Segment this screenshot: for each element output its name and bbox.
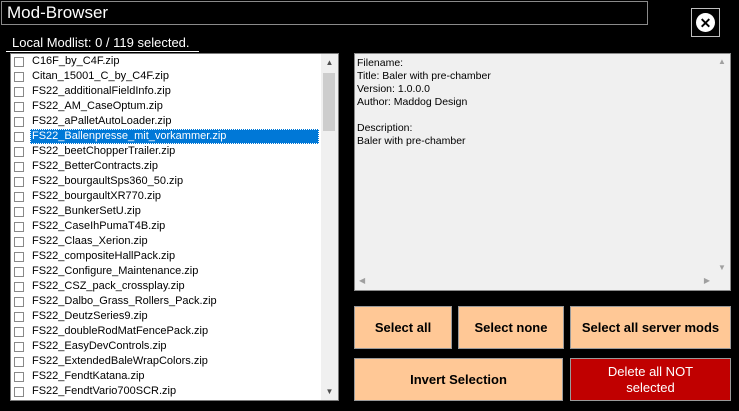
- mod-checkbox[interactable]: [14, 86, 24, 97]
- mod-list-item[interactable]: FS22_compositeHallPack.zip: [11, 249, 322, 264]
- mod-checkbox[interactable]: [14, 326, 24, 337]
- mod-list-item[interactable]: FS22_Dalbo_Grass_Rollers_Pack.zip: [11, 294, 322, 309]
- mod-filename: FS22_ExtendedBaleWrapColors.zip: [32, 355, 208, 367]
- mod-checkbox[interactable]: [14, 101, 24, 112]
- mod-filename: C16F_by_C4F.zip: [32, 55, 120, 67]
- label-underline: [6, 51, 199, 52]
- mod-list-item[interactable]: Citan_15001_C_by_C4F.zip: [11, 69, 322, 84]
- mod-list-item[interactable]: FS22_additionalFieldInfo.zip: [11, 84, 322, 99]
- mod-checkbox[interactable]: [14, 221, 24, 232]
- mod-list[interactable]: C16F_by_C4F.zip Citan_15001_C_by_C4F.zip F…: [10, 53, 339, 401]
- mod-list-item[interactable]: FS22_aPalletAutoLoader.zip: [11, 114, 322, 129]
- mod-checkbox[interactable]: [14, 281, 24, 292]
- mod-list-item[interactable]: FS22_Configure_Maintenance.zip: [11, 264, 322, 279]
- mod-filename: FS22_bourgaultXR770.zip: [32, 190, 162, 202]
- close-circle-icon: ✕: [696, 13, 715, 32]
- mod-checkbox[interactable]: [14, 131, 24, 142]
- mod-checkbox[interactable]: [14, 236, 24, 247]
- mod-filename: FS22_Claas_Xerion.zip: [32, 235, 148, 247]
- mod-list-item[interactable]: FS22_Ballenpresse_mit_vorkammer.zip: [11, 129, 322, 144]
- mod-checkbox[interactable]: [14, 116, 24, 127]
- mod-checkbox[interactable]: [14, 296, 24, 307]
- mod-checkbox[interactable]: [14, 341, 24, 352]
- mod-filename: FS22_AM_CaseOptum.zip: [32, 100, 163, 112]
- mod-list-items: C16F_by_C4F.zip Citan_15001_C_by_C4F.zip F…: [11, 54, 322, 399]
- info-horizontal-scrollbar[interactable]: ◀ ▶: [355, 273, 714, 290]
- invert-selection-button[interactable]: Invert Selection: [354, 358, 563, 401]
- mod-filename: FS22_Dalbo_Grass_Rollers_Pack.zip: [32, 295, 217, 307]
- mod-list-item[interactable]: FS22_BetterContracts.zip: [11, 159, 322, 174]
- mod-checkbox[interactable]: [14, 146, 24, 157]
- scroll-right-icon[interactable]: ▶: [704, 276, 710, 285]
- mod-list-item[interactable]: FS22_CSZ_pack_crossplay.zip: [11, 279, 322, 294]
- mod-list-item[interactable]: FS22_CaseIhPumaT4B.zip: [11, 219, 322, 234]
- mod-list-item[interactable]: FS22_FendtKatana.zip: [11, 369, 322, 384]
- delete-not-selected-button[interactable]: Delete all NOT selected: [570, 358, 731, 401]
- mod-list-item[interactable]: FS22_doubleRodMatFencePack.zip: [11, 324, 322, 339]
- mod-filename: FS22_additionalFieldInfo.zip: [32, 85, 171, 97]
- mod-checkbox[interactable]: [14, 176, 24, 187]
- mod-list-item[interactable]: FS22_AM_CaseOptum.zip: [11, 99, 322, 114]
- mod-checkbox[interactable]: [14, 161, 24, 172]
- scroll-left-icon[interactable]: ◀: [359, 276, 365, 285]
- scroll-up-icon[interactable]: ▲: [718, 57, 726, 66]
- mod-filename: FS22_FendtKatana.zip: [32, 370, 145, 382]
- mod-filename: Citan_15001_C_by_C4F.zip: [32, 70, 169, 82]
- mod-checkbox[interactable]: [14, 371, 24, 382]
- mod-list-item[interactable]: FS22_beetChopperTrailer.zip: [11, 144, 322, 159]
- mod-filename: FS22_BetterContracts.zip: [32, 160, 158, 172]
- mod-list-scrollbar[interactable]: ▲ ▼: [321, 54, 338, 400]
- mod-list-item[interactable]: FS22_bourgaultXR770.zip: [11, 189, 322, 204]
- mod-checkbox[interactable]: [14, 191, 24, 202]
- mod-list-item[interactable]: FS22_FendtVario700SCR.zip: [11, 384, 322, 399]
- mod-checkbox[interactable]: [14, 386, 24, 397]
- select-none-button[interactable]: Select none: [458, 306, 564, 349]
- mod-filename: FS22_doubleRodMatFencePack.zip: [32, 325, 209, 337]
- mod-list-item[interactable]: FS22_Claas_Xerion.zip: [11, 234, 322, 249]
- mod-filename: FS22_FendtVario700SCR.zip: [32, 385, 177, 397]
- mod-filename: FS22_BunkerSetU.zip: [32, 205, 141, 217]
- mod-checkbox[interactable]: [14, 311, 24, 322]
- mod-filename: FS22_aPalletAutoLoader.zip: [32, 115, 172, 127]
- scroll-thumb[interactable]: [323, 73, 335, 131]
- mod-info-panel[interactable]: Filename: Title: Baler with pre-chamber …: [354, 53, 731, 291]
- mod-list-item[interactable]: FS22_bourgaultSps360_50.zip: [11, 174, 322, 189]
- mod-filename: FS22_compositeHallPack.zip: [32, 250, 176, 262]
- mod-filename: FS22_bourgaultSps360_50.zip: [32, 175, 184, 187]
- mod-filename: FS22_DeutzSeries9.zip: [32, 310, 148, 322]
- mod-filename: FS22_beetChopperTrailer.zip: [32, 145, 176, 157]
- mod-info-text: Filename: Title: Baler with pre-chamber …: [357, 57, 491, 147]
- modlist-count-label: Local Modlist: 0 / 119 selected.: [12, 35, 190, 50]
- mod-checkbox[interactable]: [14, 251, 24, 262]
- scroll-down-icon[interactable]: ▼: [718, 263, 726, 272]
- select-all-server-mods-button[interactable]: Select all server mods: [570, 306, 731, 349]
- mod-list-item[interactable]: FS22_ExtendedBaleWrapColors.zip: [11, 354, 322, 369]
- info-vertical-scrollbar[interactable]: ▲ ▼: [713, 54, 730, 275]
- mod-checkbox[interactable]: [14, 206, 24, 217]
- mod-checkbox[interactable]: [14, 266, 24, 277]
- mod-filename: FS22_CSZ_pack_crossplay.zip: [32, 280, 185, 292]
- scroll-down-icon[interactable]: ▼: [321, 383, 338, 400]
- mod-filename: FS22_Configure_Maintenance.zip: [32, 265, 199, 277]
- mod-list-item[interactable]: FS22_BunkerSetU.zip: [11, 204, 322, 219]
- mod-checkbox[interactable]: [14, 56, 24, 67]
- mod-list-item[interactable]: C16F_by_C4F.zip: [11, 54, 322, 69]
- close-button[interactable]: ✕: [691, 8, 720, 37]
- select-all-button[interactable]: Select all: [354, 306, 452, 349]
- mod-filename: FS22_CaseIhPumaT4B.zip: [32, 220, 166, 232]
- mod-list-item[interactable]: FS22_EasyDevControls.zip: [11, 339, 322, 354]
- scroll-up-icon[interactable]: ▲: [321, 54, 338, 71]
- mod-list-item[interactable]: FS22_DeutzSeries9.zip: [11, 309, 322, 324]
- mod-filename: FS22_EasyDevControls.zip: [32, 340, 167, 352]
- mod-checkbox[interactable]: [14, 71, 24, 82]
- window-title: Mod-Browser: [1, 1, 648, 25]
- scrollbar-corner: [713, 273, 730, 290]
- mod-checkbox[interactable]: [14, 356, 24, 367]
- mod-filename: FS22_Ballenpresse_mit_vorkammer.zip: [30, 129, 319, 144]
